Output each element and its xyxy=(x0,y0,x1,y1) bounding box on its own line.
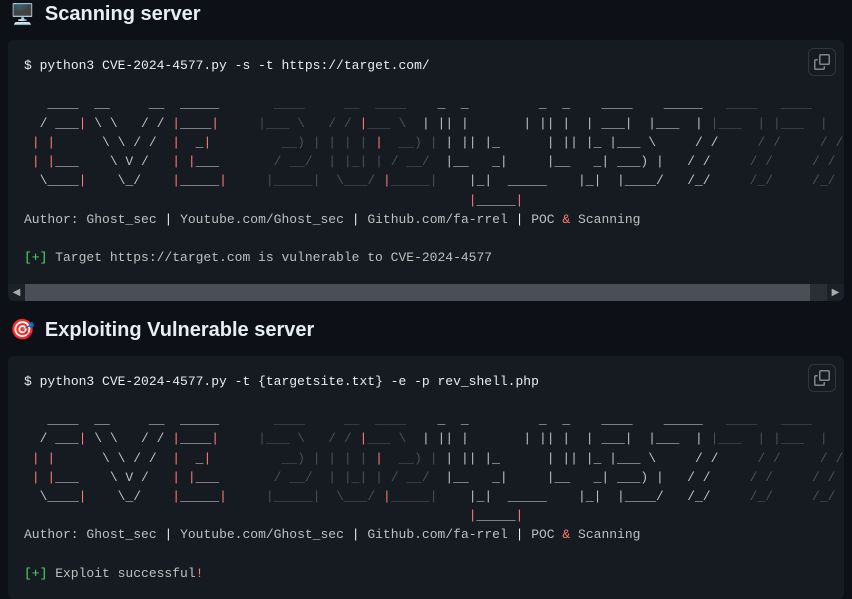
target-icon: 🎯 xyxy=(10,320,35,340)
copy-icon xyxy=(814,370,830,386)
copy-button[interactable] xyxy=(808,48,836,76)
scroll-left-icon[interactable]: ◀ xyxy=(8,284,25,301)
terminal-output: $ python3 CVE-2024-4577.py -s -t https:/… xyxy=(8,40,844,284)
section-heading-exploit: 🎯 Exploiting Vulnerable server xyxy=(10,319,844,342)
section-title: Exploiting Vulnerable server xyxy=(45,319,314,342)
terminal-output: $ python3 CVE-2024-4577.py -t {targetsit… xyxy=(8,356,844,599)
code-block-exploit: $ python3 CVE-2024-4577.py -t {targetsit… xyxy=(8,356,844,599)
monitor-icon: 🖥️ xyxy=(10,5,35,25)
copy-icon xyxy=(814,54,830,70)
section-title: Scanning server xyxy=(45,3,201,26)
code-block-scan: $ python3 CVE-2024-4577.py -s -t https:/… xyxy=(8,40,844,301)
horizontal-scrollbar[interactable]: ◀ ▶ xyxy=(8,284,844,301)
section-heading-scan: 🖥️ Scanning server xyxy=(10,3,844,26)
copy-button[interactable] xyxy=(808,364,836,392)
scroll-right-icon[interactable]: ▶ xyxy=(827,284,844,301)
scrollbar-thumb[interactable] xyxy=(25,284,810,301)
